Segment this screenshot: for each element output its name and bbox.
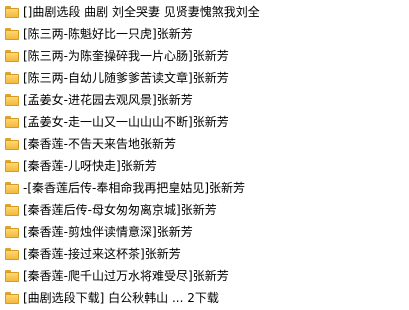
folder-item[interactable]: [秦香莲-爬千山过万水将难受尽]张新芳 — [0, 266, 409, 288]
folder-item[interactable]: [秦香莲-接过来这杯茶]张新芳 — [0, 244, 409, 266]
folder-name: [陈三两-自幼儿随爹爹苦读文章]张新芳 — [23, 71, 229, 85]
folder-name: [孟姜女-走一山又一山山山不断]张新芳 — [23, 115, 229, 129]
folder-item[interactable]: [秦香莲-儿呀快走]张新芳 — [0, 156, 409, 178]
folder-name: [秦香莲-爬千山过万水将难受尽]张新芳 — [23, 269, 229, 283]
file-list: []曲剧选段 曲剧 刘全哭妻 见贤妻愧煞我刘全 [陈三两-陈魁好比一只虎]张新芳 [… — [0, 2, 409, 310]
folder-name: [陈三两-陈魁好比一只虎]张新芳 — [23, 27, 193, 41]
folder-item[interactable]: [秦香莲-不告天来告地张新芳 — [0, 134, 409, 156]
folder-name: -[秦香莲后传-奉相命我再把皇姑见]张新芳 — [23, 181, 246, 195]
folder-name: [秦香莲-儿呀快走]张新芳 — [23, 159, 157, 173]
folder-name: [孟姜女-进花园去观风景]张新芳 — [23, 93, 193, 107]
folder-icon — [5, 116, 19, 128]
folder-icon — [5, 292, 19, 304]
folder-icon — [5, 50, 19, 62]
folder-icon — [5, 72, 19, 84]
folder-item[interactable]: [孟姜女-进花园去观风景]张新芳 — [0, 90, 409, 112]
folder-icon — [5, 138, 19, 150]
folder-icon — [5, 28, 19, 40]
folder-icon — [5, 182, 19, 194]
folder-item[interactable]: [秦香莲后传-母女匆匆离京城]张新芳 — [0, 200, 409, 222]
folder-name: [秦香莲-剪烛伴读情意深]张新芳 — [23, 225, 193, 239]
folder-icon — [5, 270, 19, 282]
folder-name: [陈三两-为陈奎操碎我一片心肠]张新芳 — [23, 49, 229, 63]
folder-name: [秦香莲-接过来这杯茶]张新芳 — [23, 247, 181, 261]
folder-icon — [5, 94, 19, 106]
folder-icon — [5, 226, 19, 238]
folder-item[interactable]: [陈三两-为陈奎操碎我一片心肠]张新芳 — [0, 46, 409, 68]
folder-name: [秦香莲后传-母女匆匆离京城]张新芳 — [23, 203, 217, 217]
folder-item[interactable]: []曲剧选段 曲剧 刘全哭妻 见贤妻愧煞我刘全 — [0, 2, 409, 24]
folder-item[interactable]: [秦香莲-剪烛伴读情意深]张新芳 — [0, 222, 409, 244]
folder-item[interactable]: [陈三两-陈魁好比一只虎]张新芳 — [0, 24, 409, 46]
folder-item[interactable]: [曲剧选段下载] 白公秋韩山 ... 2下载 — [0, 288, 409, 310]
folder-name: [曲剧选段下载] 白公秋韩山 ... 2下载 — [23, 291, 219, 305]
folder-item[interactable]: [孟姜女-走一山又一山山山不断]张新芳 — [0, 112, 409, 134]
folder-name: []曲剧选段 曲剧 刘全哭妻 见贤妻愧煞我刘全 — [23, 5, 260, 19]
folder-icon — [5, 204, 19, 216]
folder-icon — [5, 160, 19, 172]
folder-icon — [5, 6, 19, 18]
folder-name: [秦香莲-不告天来告地张新芳 — [23, 137, 177, 151]
folder-item[interactable]: -[秦香莲后传-奉相命我再把皇姑见]张新芳 — [0, 178, 409, 200]
folder-item[interactable]: [陈三两-自幼儿随爹爹苦读文章]张新芳 — [0, 68, 409, 90]
folder-icon — [5, 248, 19, 260]
